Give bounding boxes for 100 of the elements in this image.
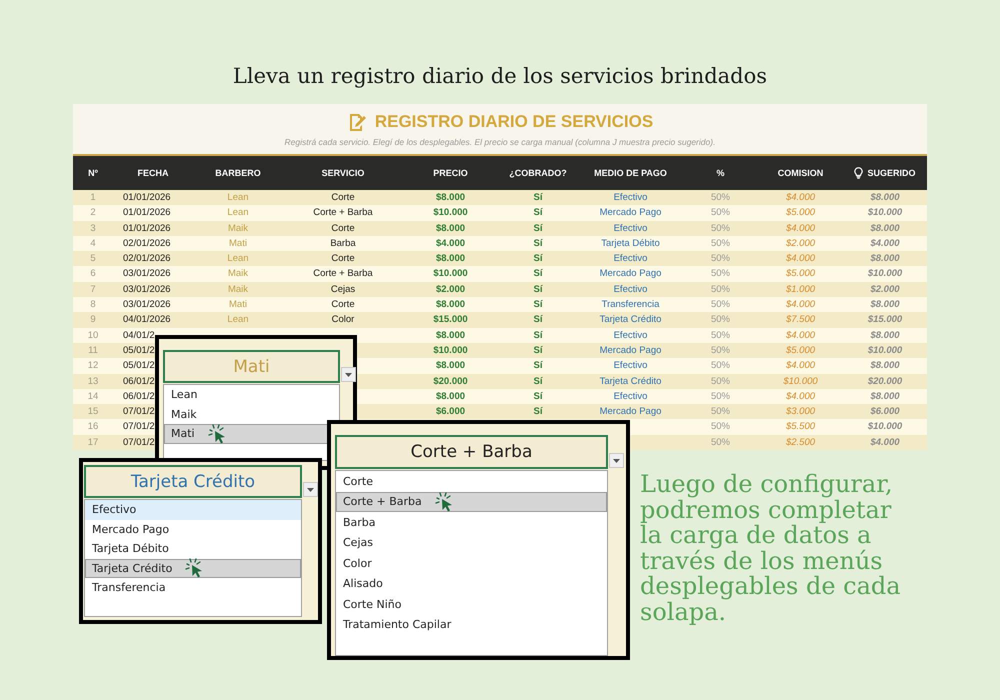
selected-cell[interactable]: Tarjeta Crédito [84, 465, 302, 498]
table-cell: $8.000 [870, 192, 900, 203]
table-cell: Sí [534, 330, 542, 341]
table-cell: 01/01/2026 [123, 207, 171, 218]
table-cell: $15.000 [868, 314, 902, 326]
lightbulb-icon [854, 167, 864, 179]
table-cell: $10.000 [868, 268, 902, 280]
table-cell: Efectivo [614, 222, 648, 234]
table-cell: Transferencia [602, 299, 660, 310]
column-header: PRECIO [433, 168, 468, 178]
table-cell: $4.000 [870, 436, 900, 448]
table-cell: Sí [534, 192, 542, 203]
table-cell: Color [332, 314, 354, 326]
table-cell: Lean [227, 207, 249, 218]
table-cell: $2.000 [786, 238, 816, 249]
table-cell: 50% [710, 376, 730, 387]
table-cell: 6 [90, 268, 96, 280]
table-cell: 50% [710, 406, 730, 418]
table-cell: 07/01/2 [123, 406, 155, 418]
dropdown-option[interactable]: Efectivo [85, 500, 301, 520]
dropdown-button[interactable] [303, 482, 318, 497]
table-cell: 50% [710, 344, 730, 356]
table-cell: Efectivo [614, 192, 648, 203]
table-cell: $6.000 [436, 406, 466, 418]
table-cell: $3.000 [786, 406, 816, 418]
table-cell: Mercado Pago [600, 268, 662, 280]
table-cell: $8.000 [436, 299, 466, 310]
table-cell: 07/01/2 [123, 421, 155, 432]
dropdown-button[interactable] [609, 453, 624, 468]
table-cell: $10.000 [433, 344, 468, 356]
table-cell: Efectivo [614, 390, 648, 402]
table-cell: 06/01/2 [123, 376, 155, 387]
column-header: BARBERO [215, 168, 261, 178]
table-cell: $8.000 [870, 299, 900, 310]
table-cell: 50% [710, 268, 730, 280]
table-cell: Sí [534, 314, 542, 326]
caret-icon [613, 458, 620, 462]
table-cell: Sí [534, 207, 542, 218]
table-cell: 03/01/2026 [123, 299, 171, 310]
table-cell: $4.000 [436, 238, 466, 249]
table-cell: 50% [710, 330, 730, 341]
table-cell: 3 [90, 222, 96, 234]
table-cell: Tarjeta Débito [601, 238, 660, 249]
table-cell: $2.500 [786, 436, 816, 448]
column-header: SUGERIDO [867, 168, 916, 178]
table-cell: 15 [88, 406, 98, 418]
table-cell: $8.000 [436, 330, 466, 341]
table-cell: $8.000 [436, 360, 466, 372]
dropdown-option[interactable]: Tarjeta Crédito [85, 558, 301, 578]
table-cell: $8.000 [870, 390, 900, 402]
table-cell: Sí [534, 299, 542, 310]
table-cell: Sí [534, 344, 542, 356]
table-cell: 9 [90, 314, 96, 326]
table-cell: Corte [331, 253, 355, 264]
table-cell: $8.000 [870, 253, 900, 264]
table-cell: Lean [227, 192, 249, 203]
column-header: COMISION [778, 168, 824, 178]
table-cell: $5.000 [786, 344, 816, 356]
sheet-subtitle: Registrá cada servicio. Elegí de los desplegables. El precio se carga manual (columna J muestra precio sugerido). [284, 136, 716, 146]
column-header: SERVICIO [322, 168, 364, 178]
table-cell: $8.000 [436, 253, 466, 264]
table-cell: $7.500 [786, 314, 816, 326]
table-cell: $10.000 [783, 376, 818, 387]
table-cell: 10 [88, 330, 98, 341]
table-cell: $10.000 [868, 207, 902, 218]
table-cell: Mati [229, 238, 247, 249]
table-cell: $4.000 [786, 330, 816, 341]
caret-icon [307, 488, 314, 492]
table-cell: $8.000 [870, 330, 900, 341]
column-header: Nº [88, 168, 98, 178]
table-cell: 5 [90, 253, 96, 264]
table-cell: 50% [710, 192, 730, 203]
table-cell: 50% [710, 390, 730, 402]
table-cell: 11 [88, 344, 98, 356]
table-cell: Corte [331, 192, 355, 203]
table-cell: $2.000 [436, 284, 466, 295]
table-cell: Sí [534, 253, 542, 264]
table-cell: Tarjeta Crédito [600, 314, 662, 326]
table-cell: $2.000 [870, 284, 900, 295]
dropdown-option[interactable]: Corte + Barba [336, 492, 607, 512]
table-cell: 13 [88, 376, 98, 387]
table-cell: Maik [228, 268, 248, 280]
table-cell: 7 [90, 284, 96, 295]
table-cell: Tarjeta Crédito [600, 376, 662, 387]
table-cell: Maik [228, 222, 248, 234]
table-cell: 1 [90, 192, 96, 203]
table-cell: 12 [88, 360, 98, 372]
table-cell: $4.000 [870, 238, 900, 249]
table-cell: 05/01/2 [123, 344, 155, 356]
table-cell: $4.000 [786, 192, 816, 203]
table-cell: Sí [534, 222, 542, 234]
dropdown-button[interactable] [341, 367, 356, 382]
table-cell: $8.000 [870, 222, 900, 234]
table-cell: 17 [88, 436, 98, 448]
table-cell: 50% [710, 421, 730, 432]
table-cell: $4.000 [786, 299, 816, 310]
table-cell: $4.000 [786, 360, 816, 372]
table-cell: Sí [534, 376, 542, 387]
table-cell: 01/01/2026 [123, 222, 171, 234]
selected-cell[interactable]: Corte + Barba [335, 435, 608, 469]
